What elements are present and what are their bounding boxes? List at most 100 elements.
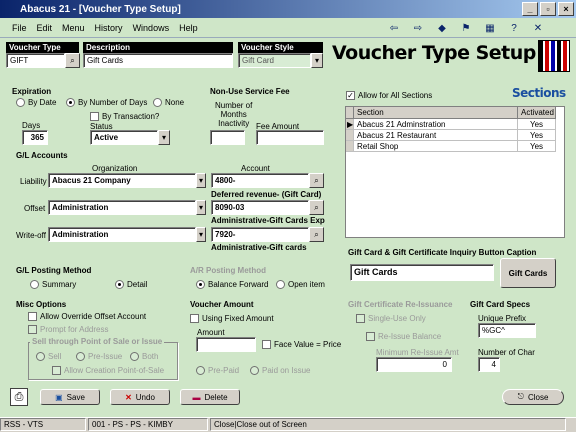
months-inactivity-label: Number of Months Inactivity: [215, 101, 253, 128]
liability-org-select[interactable]: Abacus 21 Company: [48, 173, 196, 188]
by-transaction-option[interactable]: By Transaction?: [90, 112, 159, 121]
offset-account-input[interactable]: 8090-03: [211, 200, 309, 215]
menu-help[interactable]: Help: [179, 23, 198, 33]
radio-pre-paid[interactable]: [196, 366, 205, 375]
pre-issue-option[interactable]: Pre-Issue: [76, 352, 122, 361]
save-button[interactable]: ▣ Save: [40, 389, 100, 405]
offset-org-select[interactable]: Administration: [48, 200, 196, 215]
status-dropdown-icon[interactable]: ▾: [158, 130, 170, 145]
days-input[interactable]: 365: [22, 130, 48, 145]
radio-summary[interactable]: [30, 280, 39, 289]
menu-menu[interactable]: Menu: [62, 23, 85, 33]
amount-input[interactable]: [196, 337, 256, 352]
expiration-none-option[interactable]: None: [153, 98, 184, 107]
voucher-type-search-icon[interactable]: ⌕: [65, 53, 80, 68]
offset-org-dropdown-icon[interactable]: ▾: [196, 200, 206, 215]
unique-prefix-input[interactable]: %GC^: [478, 323, 536, 338]
single-use-option[interactable]: Single-Use Only: [356, 314, 426, 323]
voucher-style-select[interactable]: Gift Card: [238, 53, 311, 68]
allow-creation-option[interactable]: Allow Creation Point-of-Sale: [52, 366, 164, 375]
activated-column-header[interactable]: Activated: [518, 107, 556, 119]
gl-posting-detail-option[interactable]: Detail: [115, 280, 147, 289]
forward-arrow-icon[interactable]: ⇨: [410, 20, 426, 36]
writeoff-account-search-icon[interactable]: ⌕: [309, 227, 324, 242]
allow-override-checkbox[interactable]: [28, 312, 37, 321]
number-of-char-input[interactable]: 4: [478, 357, 500, 372]
undo-button[interactable]: ✕ Undo: [110, 389, 170, 405]
flag-icon[interactable]: ⚑: [458, 20, 474, 36]
use-fixed-amount-checkbox[interactable]: [190, 314, 199, 323]
radio-detail[interactable]: [115, 280, 124, 289]
table-row[interactable]: ▶ Abacus 21 Adminstration Yes: [346, 119, 564, 130]
description-input[interactable]: Gift Cards: [83, 53, 233, 68]
toolbar-icons: ⇦ ⇨ ◆ ⚑ ▦ ? ✕: [386, 20, 546, 36]
liability-account-search-icon[interactable]: ⌕: [309, 173, 324, 188]
section-column-header[interactable]: Section: [354, 107, 518, 119]
face-value-option[interactable]: Face Value = Price: [262, 340, 341, 349]
exit-icon[interactable]: ✕: [530, 20, 546, 36]
face-value-checkbox[interactable]: [262, 340, 271, 349]
gem-icon[interactable]: ◆: [434, 20, 450, 36]
single-use-checkbox[interactable]: [356, 314, 365, 323]
menu-edit[interactable]: Edit: [37, 23, 53, 33]
voucher-type-input[interactable]: GIFT: [6, 53, 65, 68]
writeoff-org-dropdown-icon[interactable]: ▾: [196, 227, 206, 242]
reissue-balance-option[interactable]: Re-Issue Balance: [366, 332, 441, 341]
months-inactivity-input[interactable]: [210, 130, 245, 145]
close-button[interactable]: ⎋ Close: [502, 389, 564, 405]
voucher-style-dropdown-icon[interactable]: ▾: [311, 53, 323, 68]
menu-windows[interactable]: Windows: [133, 23, 170, 33]
gl-posting-summary-option[interactable]: Summary: [30, 280, 76, 289]
table-row[interactable]: Abacus 21 Restaurant Yes: [346, 130, 564, 141]
allow-all-sections-checkbox[interactable]: ✓: [346, 91, 355, 100]
prompt-address-option[interactable]: Prompt for Address: [28, 325, 108, 334]
expiration-by-date-option[interactable]: By Date: [16, 98, 56, 107]
writeoff-org-select[interactable]: Administration: [48, 227, 196, 242]
radio-pre-issue[interactable]: [76, 352, 85, 361]
print-icon[interactable]: ⎙: [10, 388, 28, 406]
delete-button[interactable]: ▬ Delete: [180, 389, 240, 405]
pre-paid-option[interactable]: Pre-Paid: [196, 366, 239, 375]
radio-balance-forward[interactable]: [196, 280, 205, 289]
radio-paid-on-issue[interactable]: [250, 366, 259, 375]
offset-account-search-icon[interactable]: ⌕: [309, 200, 324, 215]
radio-open-item[interactable]: [276, 280, 285, 289]
ar-open-item-option[interactable]: Open item: [276, 280, 325, 289]
allow-override-option[interactable]: Allow Override Offset Account: [28, 312, 146, 321]
menu-history[interactable]: History: [95, 23, 123, 33]
table-row[interactable]: Retail Shop Yes: [346, 141, 564, 152]
min-reissue-amt-input[interactable]: 0: [376, 357, 452, 372]
prompt-address-checkbox[interactable]: [28, 325, 37, 334]
radio-by-date[interactable]: [16, 98, 25, 107]
reissue-balance-checkbox[interactable]: [366, 332, 375, 341]
radio-sell[interactable]: [36, 352, 45, 361]
sell-option[interactable]: Sell: [36, 352, 61, 361]
status-select[interactable]: Active: [90, 130, 158, 145]
paid-on-issue-option[interactable]: Paid on Issue: [250, 366, 310, 375]
radio-by-days[interactable]: [66, 98, 75, 107]
help-icon[interactable]: ?: [506, 20, 522, 36]
close-icon[interactable]: ×: [558, 2, 574, 16]
expiration-by-days-option[interactable]: By Number of Days: [66, 98, 147, 107]
writeoff-account-input[interactable]: 7920-: [211, 227, 309, 242]
radio-both[interactable]: [130, 352, 139, 361]
ar-balance-forward-option[interactable]: Balance Forward: [196, 280, 268, 289]
allow-all-sections-option[interactable]: ✓ Allow for All Sections: [346, 91, 432, 100]
fee-amount-input[interactable]: [256, 130, 324, 145]
gift-cards-caption-button[interactable]: Gift Cards: [500, 258, 556, 288]
minimize-icon[interactable]: _: [522, 2, 538, 16]
liability-account-input[interactable]: 4800-: [211, 173, 309, 188]
sections-table[interactable]: Section Activated ▶ Abacus 21 Adminstrat…: [345, 106, 565, 238]
use-fixed-amount-option[interactable]: Using Fixed Amount: [190, 314, 274, 323]
caption-input[interactable]: Gift Cards: [350, 264, 494, 281]
radio-none[interactable]: [153, 98, 162, 107]
back-arrow-icon[interactable]: ⇦: [386, 20, 402, 36]
restore-icon[interactable]: ▫: [540, 2, 556, 16]
both-option[interactable]: Both: [130, 352, 158, 361]
liability-org-dropdown-icon[interactable]: ▾: [196, 173, 206, 188]
sell-through-label: Sell through Point of Sale or Issue: [30, 337, 165, 346]
allow-creation-checkbox[interactable]: [52, 366, 61, 375]
by-transaction-checkbox[interactable]: [90, 112, 99, 121]
menu-file[interactable]: File: [12, 23, 27, 33]
calculator-icon[interactable]: ▦: [482, 20, 498, 36]
